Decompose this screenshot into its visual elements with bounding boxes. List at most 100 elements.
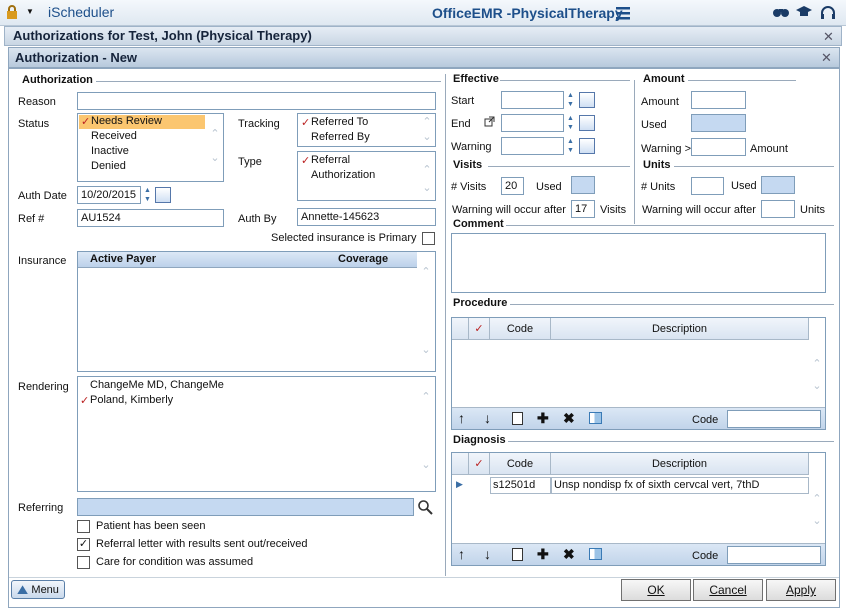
move-down-icon[interactable]: ↓ (484, 410, 491, 426)
grid-icon[interactable] (589, 412, 602, 424)
end-spinner[interactable]: ▲ ▼ (565, 114, 576, 132)
scroll-down-icon[interactable]: ⌄ (811, 380, 823, 392)
procedure-grid[interactable]: ✓ Code Description ⌃ ⌄ ↑ ↓ ✚ ✖ Code (451, 317, 826, 430)
status-option-needs-review[interactable]: ✓ Needs Review (79, 115, 205, 129)
scroll-down-icon[interactable]: ⌄ (421, 182, 433, 194)
letter-checkbox[interactable]: ✓ (77, 538, 90, 551)
amount-warning-input[interactable] (691, 138, 746, 156)
col-active-payer[interactable]: Active Payer (90, 253, 156, 265)
move-up-icon[interactable]: ↑ (458, 546, 465, 562)
scroll-up-icon[interactable]: ⌃ (209, 128, 221, 140)
window-close-icon[interactable]: ✕ (823, 29, 834, 45)
spin-up-icon[interactable]: ▲ (565, 91, 576, 100)
diagnosis-desc-cell[interactable]: Unsp nondisp fx of sixth cervcal vert, 7… (551, 477, 809, 494)
scroll-up-icon[interactable]: ⌃ (420, 391, 432, 403)
dialog-close-icon[interactable]: ✕ (821, 50, 832, 66)
diagnosis-col-code[interactable]: Code (490, 453, 551, 475)
auth-by-input[interactable]: Annette-145623 (297, 208, 436, 226)
search-icon[interactable] (417, 499, 433, 515)
date-spinner[interactable]: ▲ ▼ (142, 186, 153, 204)
visits-warn-input[interactable]: 17 (571, 200, 595, 218)
units-count-input[interactable] (691, 177, 724, 195)
rendering-item[interactable]: ChangeMe MD, ChangeMe (90, 379, 224, 391)
spin-up-icon[interactable]: ▲ (565, 137, 576, 146)
seen-checkbox[interactable] (77, 520, 90, 533)
ok-button[interactable]: OK (621, 579, 691, 601)
visits-count-input[interactable]: 20 (501, 177, 524, 195)
rendering-list[interactable]: ChangeMe MD, ChangeMe ✓ Poland, Kimberly… (77, 376, 436, 492)
calendar-icon[interactable] (155, 187, 171, 203)
delete-icon[interactable]: ✖ (563, 546, 575, 563)
auth-date-input[interactable]: 10/20/2015 (77, 186, 141, 204)
warning-spinner[interactable]: ▲ ▼ (565, 137, 576, 155)
primary-checkbox[interactable] (422, 232, 435, 245)
col-coverage[interactable]: Coverage (338, 253, 388, 265)
rendering-item[interactable]: Poland, Kimberly (90, 394, 173, 406)
status-list[interactable]: ✓ Needs Review Received Inactive Denied … (77, 113, 224, 182)
tracking-option-referred-to[interactable]: Referred To (311, 116, 368, 128)
dropdown-arrow-icon[interactable]: ▼ (26, 7, 34, 16)
status-option-denied[interactable]: Denied (91, 160, 126, 172)
scroll-up-icon[interactable]: ⌃ (421, 164, 433, 176)
start-date-input[interactable] (501, 91, 564, 109)
tracking-list[interactable]: ✓ Referred To Referred By ⌃ ⌄ (297, 113, 436, 147)
diagnosis-grid[interactable]: ✓ Code Description ▶ s12501d Unsp nondis… (451, 452, 826, 566)
add-icon[interactable]: ✚ (537, 410, 549, 427)
start-spinner[interactable]: ▲ ▼ (565, 91, 576, 109)
diagnosis-code-input[interactable] (727, 546, 821, 564)
scroll-down-icon[interactable]: ⌄ (209, 152, 221, 164)
headset-icon[interactable] (820, 6, 836, 20)
end-calendar-icon[interactable] (579, 115, 595, 131)
end-date-input[interactable] (501, 114, 564, 132)
type-option-authorization[interactable]: Authorization (311, 169, 375, 181)
warning-date-input[interactable] (501, 137, 564, 155)
status-option-received[interactable]: Received (91, 130, 137, 142)
scroll-up-icon[interactable]: ⌃ (811, 358, 823, 370)
scroll-up-icon[interactable]: ⌃ (420, 266, 432, 278)
lock-icon[interactable] (6, 5, 18, 19)
scroll-down-icon[interactable]: ⌄ (811, 515, 823, 527)
cancel-button[interactable]: Cancel (693, 579, 763, 601)
diagnosis-code-cell[interactable]: s12501d (490, 477, 551, 494)
hamburger-icon[interactable] (616, 6, 630, 20)
warning-calendar-icon[interactable] (579, 138, 595, 154)
type-option-referral[interactable]: Referral (311, 154, 350, 166)
menu-button[interactable]: Menu (11, 580, 65, 599)
new-document-icon[interactable] (512, 412, 523, 425)
start-calendar-icon[interactable] (579, 92, 595, 108)
spin-up-icon[interactable]: ▲ (565, 114, 576, 123)
comment-textarea[interactable] (451, 233, 826, 293)
delete-icon[interactable]: ✖ (563, 410, 575, 427)
care-checkbox[interactable] (77, 556, 90, 569)
graduation-cap-icon[interactable] (796, 6, 812, 20)
scroll-up-icon[interactable]: ⌃ (421, 116, 433, 128)
binoculars-icon[interactable] (773, 6, 789, 20)
apply-button[interactable]: Apply (766, 579, 836, 601)
reason-input[interactable] (77, 92, 436, 110)
app-name[interactable]: iScheduler (48, 4, 114, 20)
spin-down-icon[interactable]: ▼ (565, 123, 576, 132)
diagnosis-col-check[interactable]: ✓ (469, 453, 490, 475)
table-row[interactable]: ▶ s12501d Unsp nondisp fx of sixth cervc… (452, 477, 809, 494)
referring-input[interactable] (77, 498, 414, 516)
scroll-up-icon[interactable]: ⌃ (811, 493, 823, 505)
spin-down-icon[interactable]: ▼ (565, 146, 576, 155)
procedure-code-input[interactable] (727, 410, 821, 428)
status-option-inactive[interactable]: Inactive (91, 145, 129, 157)
grid-icon[interactable] (589, 548, 602, 560)
spin-up-icon[interactable]: ▲ (142, 186, 153, 195)
type-list[interactable]: ✓ Referral Authorization ⌃ ⌄ (297, 151, 436, 201)
spin-down-icon[interactable]: ▼ (142, 195, 153, 204)
units-warn-input[interactable] (761, 200, 795, 218)
add-icon[interactable]: ✚ (537, 546, 549, 563)
ref-input[interactable]: AU1524 (77, 209, 224, 227)
move-down-icon[interactable]: ↓ (484, 546, 491, 562)
procedure-col-code[interactable]: Code (490, 318, 551, 340)
spin-down-icon[interactable]: ▼ (565, 100, 576, 109)
procedure-col-check[interactable]: ✓ (469, 318, 490, 340)
diagnosis-col-desc[interactable]: Description (551, 453, 809, 475)
scroll-down-icon[interactable]: ⌄ (421, 131, 433, 143)
tracking-option-referred-by[interactable]: Referred By (311, 131, 370, 143)
procedure-col-desc[interactable]: Description (551, 318, 809, 340)
external-link-icon[interactable] (484, 116, 495, 127)
